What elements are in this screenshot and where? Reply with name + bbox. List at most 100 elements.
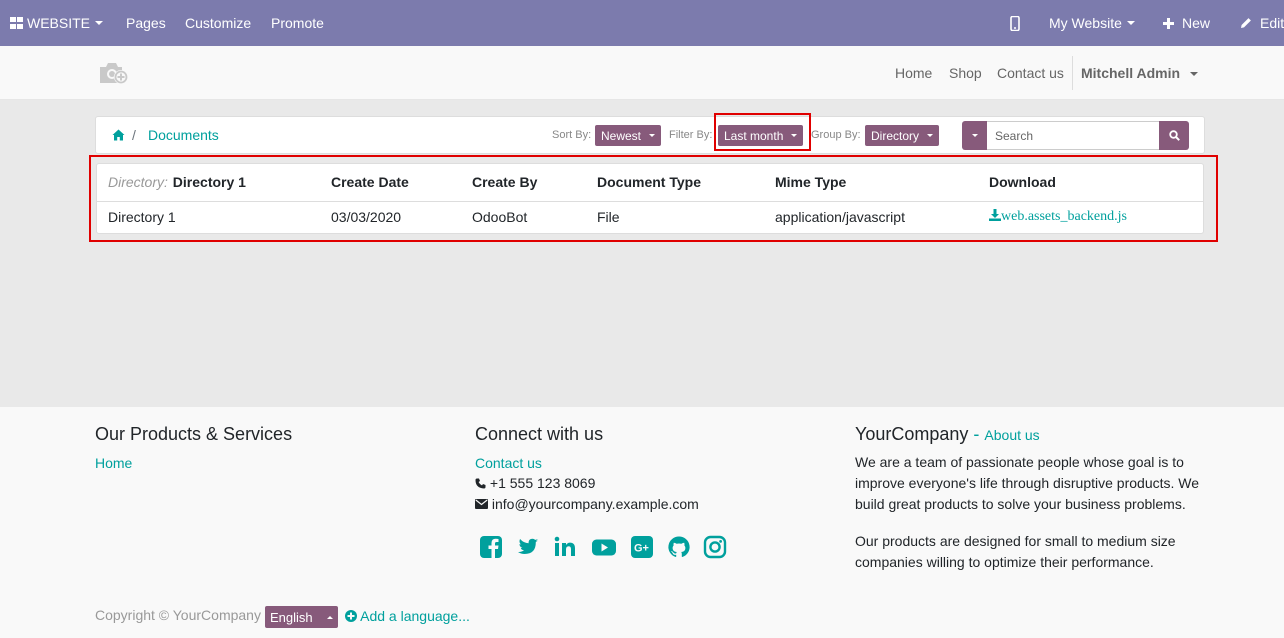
cell-create-by: OdooBot [472, 209, 528, 225]
apps-grid-icon [10, 17, 23, 29]
user-name: Mitchell Admin [1081, 65, 1181, 81]
column-header-mime-type: Mime Type [775, 174, 847, 190]
add-language-text: Add a language... [360, 608, 470, 624]
edit-button[interactable]: Edit [1240, 0, 1284, 46]
menu-pages[interactable]: Pages [126, 0, 166, 46]
footer-home-link[interactable]: Home [95, 455, 132, 471]
footer-about-paragraph-1: We are a team of passionate people whose… [855, 454, 1200, 512]
phone-icon [475, 478, 486, 489]
site-logo[interactable] [98, 59, 130, 90]
facebook-icon[interactable] [479, 535, 503, 559]
chevron-down-icon [649, 134, 656, 137]
footer-contact-link[interactable]: Contact us [475, 455, 542, 471]
nav-home[interactable]: Home [895, 65, 932, 81]
linkedin-icon[interactable] [553, 535, 577, 559]
cell-directory: Directory 1 [108, 209, 176, 225]
download-icon [989, 209, 1001, 221]
footer-company-name: YourCompany [855, 424, 969, 444]
site-header: Home Shop Contact us Mitchell Admin [0, 46, 1284, 100]
chevron-down-icon [1189, 72, 1198, 77]
breadcrumb-home[interactable] [112, 128, 125, 144]
filter-by-label: Filter By: [669, 129, 713, 141]
group-by-value: Directory [871, 128, 920, 143]
filter-by-value: Last month [724, 128, 784, 143]
download-link[interactable]: web.assets_backend.js [989, 209, 1127, 225]
download-filename: web.assets_backend.js [1001, 209, 1127, 224]
search-icon [1168, 130, 1180, 141]
group-by-dropdown[interactable]: Directory [865, 125, 940, 146]
envelope-icon [475, 499, 488, 509]
nav-shop[interactable]: Shop [949, 65, 982, 81]
chevron-up-icon [326, 615, 333, 619]
footer-phone-text: +1 555 123 8069 [489, 475, 596, 491]
search-input[interactable] [987, 121, 1159, 150]
new-label: New [1182, 15, 1211, 31]
column-header-create-by: Create By [472, 174, 538, 190]
footer-email-text: info@yourcompany.example.com [491, 496, 699, 512]
footer-phone: +1 555 123 8069 [475, 473, 595, 494]
footer-products-title: Our Products & Services [95, 424, 293, 444]
home-icon [112, 129, 125, 141]
menu-customize[interactable]: Customize [185, 0, 251, 46]
language-selector[interactable]: English [265, 606, 338, 628]
twitter-icon[interactable] [516, 535, 540, 559]
mobile-icon [1010, 15, 1020, 31]
youtube-icon[interactable] [591, 535, 617, 559]
chevron-down-icon [791, 134, 798, 137]
footer-about-paragraph-2: Our products are designed for small to m… [855, 533, 1176, 570]
mobile-preview-button[interactable] [1010, 0, 1020, 46]
breadcrumb-separator: / [132, 127, 136, 143]
documents-table: Directory: Directory 1 Create Date Creat… [96, 163, 1204, 234]
group-name: Directory 1 [172, 174, 246, 190]
sort-by-dropdown[interactable]: Newest [595, 125, 662, 146]
chevron-down-icon [95, 21, 104, 25]
cell-create-date: 03/03/2020 [331, 209, 402, 225]
footer-about-link[interactable]: About us [984, 427, 1039, 443]
my-website-dropdown[interactable]: My Website [1049, 0, 1135, 46]
footer-email: info@yourcompany.example.com [475, 494, 699, 515]
sort-by-value: Newest [601, 128, 642, 143]
google-plus-icon[interactable]: G+ [630, 535, 654, 559]
group-prefix: Directory: [108, 174, 168, 190]
search-options-button[interactable] [962, 121, 987, 150]
sort-by-label: Sort By: [552, 129, 592, 141]
filter-by-dropdown[interactable]: Last month [718, 125, 804, 146]
nav-divider [1072, 56, 1073, 90]
breadcrumb-bar: / Documents Sort By: Newest Filter By: L… [95, 116, 1205, 154]
footer-connect-title: Connect with us [475, 424, 604, 444]
cell-document-type: File [597, 209, 620, 225]
admin-topbar: WEBSITE Pages Customize Promote My Websi… [0, 0, 1284, 46]
copyright-text: Copyright © YourCompany [95, 607, 261, 623]
group-by-label: Group By: [811, 129, 861, 141]
cell-mime-type: application/javascript [775, 209, 905, 225]
column-header-document-type: Document Type [597, 174, 701, 190]
svg-text:G+: G+ [634, 543, 649, 555]
footer-company-title: YourCompany - About us [855, 424, 1040, 445]
menu-promote[interactable]: Promote [271, 0, 324, 46]
footer-title-separator: - [968, 424, 985, 444]
search-button[interactable] [1159, 121, 1189, 150]
instagram-icon[interactable] [703, 535, 727, 559]
chevron-down-icon [927, 134, 934, 137]
my-website-label: My Website [1049, 15, 1122, 31]
apps-menu-button[interactable]: WEBSITE [10, 0, 104, 46]
breadcrumb-documents[interactable]: Documents [148, 127, 219, 143]
edit-label: Edit [1260, 15, 1284, 31]
plus-icon [1163, 17, 1174, 29]
search-group [962, 121, 1189, 150]
github-icon[interactable] [667, 535, 691, 559]
language-value: English [270, 609, 313, 625]
column-header-download: Download [989, 174, 1056, 190]
camera-add-icon [100, 63, 128, 84]
plus-circle-icon [345, 610, 357, 622]
chevron-down-icon [1126, 21, 1135, 25]
pencil-icon [1241, 18, 1251, 28]
apps-menu-label: WEBSITE [27, 15, 91, 31]
chevron-down-icon [971, 134, 978, 137]
add-language-link[interactable]: Add a language... [345, 608, 470, 624]
nav-contact-us[interactable]: Contact us [997, 65, 1064, 81]
new-button[interactable]: New [1163, 0, 1210, 46]
user-menu[interactable]: Mitchell Admin [1081, 65, 1198, 81]
column-header-create-date: Create Date [331, 174, 409, 190]
site-footer: Our Products & Services Home Connect wit… [0, 407, 1284, 638]
